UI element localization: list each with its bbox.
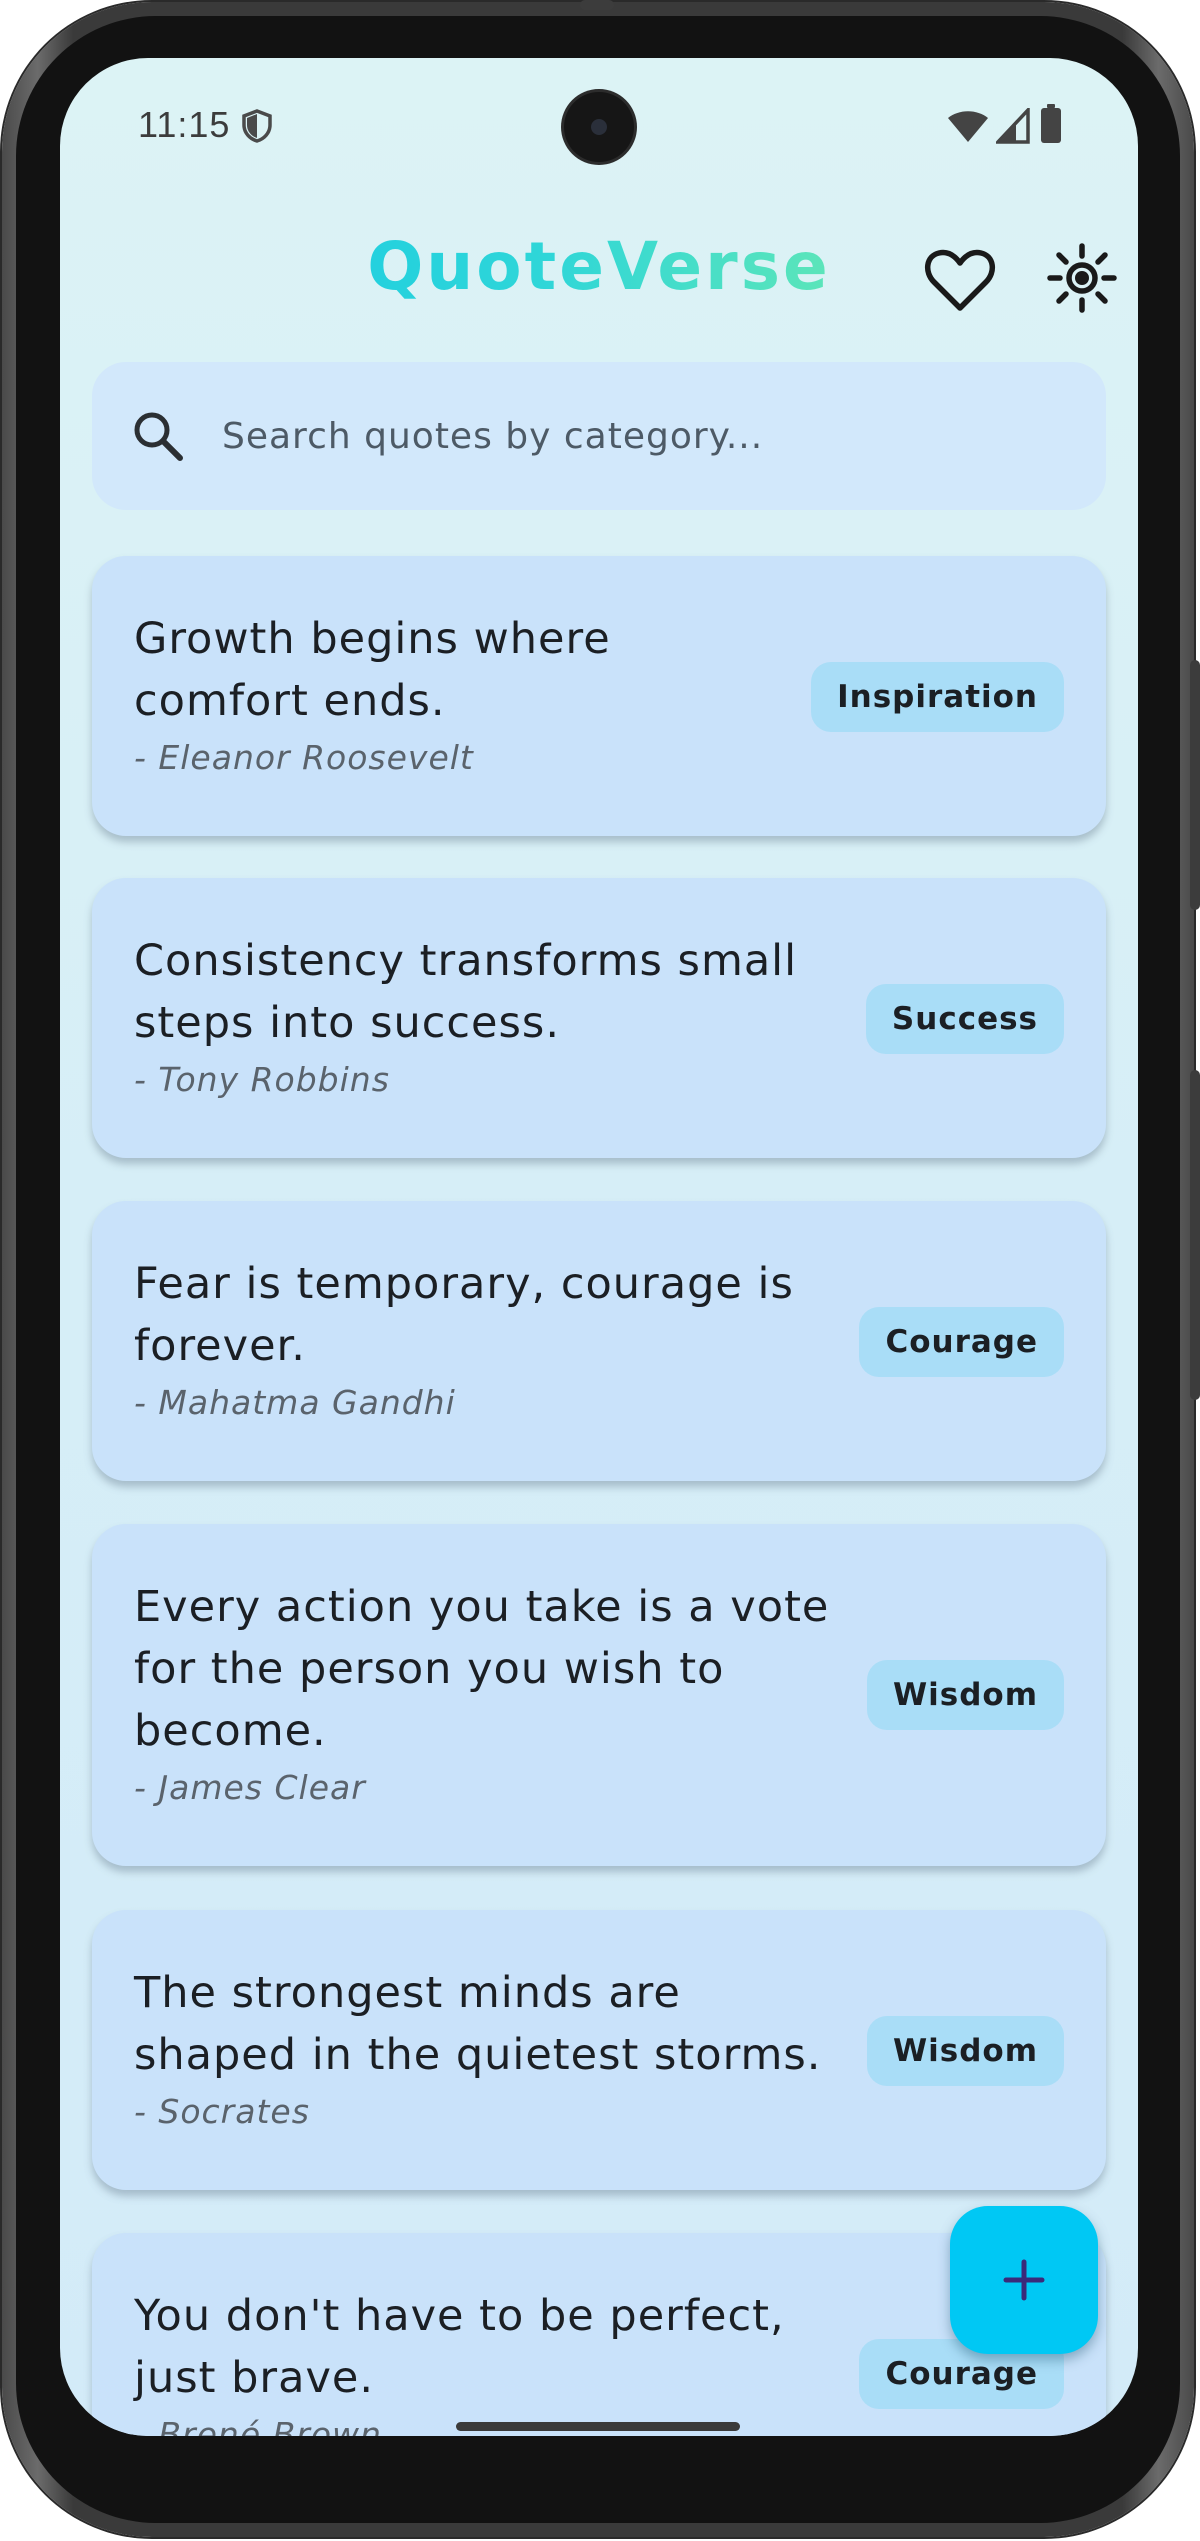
battery-icon xyxy=(1041,104,1061,143)
quote-line: Consistency transforms small xyxy=(134,936,798,986)
quote-line: The strongest minds are xyxy=(134,1968,681,2018)
quote-text: Consistency transforms small steps into … xyxy=(134,930,797,1054)
plus-icon xyxy=(1003,2259,1045,2301)
category-chip[interactable]: Wisdom xyxy=(866,2016,1064,2086)
quote-line: shaped in the quietest storms. xyxy=(134,2030,822,2080)
category-chip[interactable]: Success xyxy=(865,984,1064,1054)
quote-line: You don't have to be perfect, xyxy=(134,2291,785,2341)
quote-line: for the person you wish to xyxy=(134,1644,725,1694)
quote-text: Every action you take is a vote for the … xyxy=(134,1576,829,1762)
quote-text: The strongest minds are shaped in the qu… xyxy=(134,1962,821,2086)
signal-icon xyxy=(996,108,1030,144)
volume-button xyxy=(1190,1070,1200,1400)
search-icon xyxy=(134,412,183,461)
shield-icon xyxy=(242,109,272,143)
category-chip[interactable]: Courage xyxy=(859,1307,1064,1377)
home-indicator[interactable] xyxy=(456,2422,740,2431)
heart-icon xyxy=(925,249,995,311)
quote-text: You don't have to be perfect, just brave… xyxy=(134,2285,785,2409)
front-camera-icon xyxy=(564,92,634,162)
quote-card[interactable]: The strongest minds are shaped in the qu… xyxy=(92,1910,1106,2190)
wifi-icon xyxy=(948,111,988,142)
quote-card[interactable]: Fear is temporary, courage is forever. -… xyxy=(92,1201,1106,1481)
quote-author: - Mahatma Gandhi xyxy=(134,1383,456,1422)
quote-line: steps into success. xyxy=(134,998,560,1048)
status-bar: 11:15 xyxy=(60,58,1138,198)
quote-author: - Eleanor Roosevelt xyxy=(134,738,474,777)
quote-line: just brave. xyxy=(134,2353,375,2403)
add-quote-button[interactable] xyxy=(950,2206,1098,2354)
power-button xyxy=(1190,660,1200,910)
favorites-button[interactable] xyxy=(918,236,1002,320)
quote-author: - Brené Brown xyxy=(134,2415,382,2436)
quote-line: Growth begins where xyxy=(134,614,611,664)
search-bar[interactable] xyxy=(92,362,1106,510)
quote-author: - Socrates xyxy=(134,2092,310,2131)
category-chip[interactable]: Wisdom xyxy=(866,1660,1064,1730)
quote-card[interactable]: Every action you take is a vote for the … xyxy=(92,1524,1106,1866)
top-button xyxy=(580,0,614,10)
sun-icon xyxy=(1047,243,1117,313)
theme-toggle-button[interactable] xyxy=(1040,236,1124,320)
quote-text: Growth begins where comfort ends. xyxy=(134,608,611,732)
quote-line: Every action you take is a vote xyxy=(134,1582,830,1632)
category-chip[interactable]: Inspiration xyxy=(811,662,1064,732)
quote-line: forever. xyxy=(134,1321,306,1371)
quote-author: - James Clear xyxy=(134,1768,366,1807)
quote-author: - Tony Robbins xyxy=(134,1060,390,1099)
search-input[interactable] xyxy=(222,396,1062,476)
quote-text: Fear is temporary, courage is forever. xyxy=(134,1253,794,1377)
quote-line: become. xyxy=(134,1706,327,1756)
quote-line: comfort ends. xyxy=(134,676,446,726)
quote-card[interactable]: Growth begins where comfort ends. - Elea… xyxy=(92,556,1106,836)
quote-card[interactable]: Consistency transforms small steps into … xyxy=(92,878,1106,1158)
app-screen: 11:15 QuoteVerse Search quotes by catego… xyxy=(60,58,1138,2436)
status-time: 11:15 xyxy=(138,104,231,145)
quote-line: Fear is temporary, courage is xyxy=(134,1259,794,1309)
